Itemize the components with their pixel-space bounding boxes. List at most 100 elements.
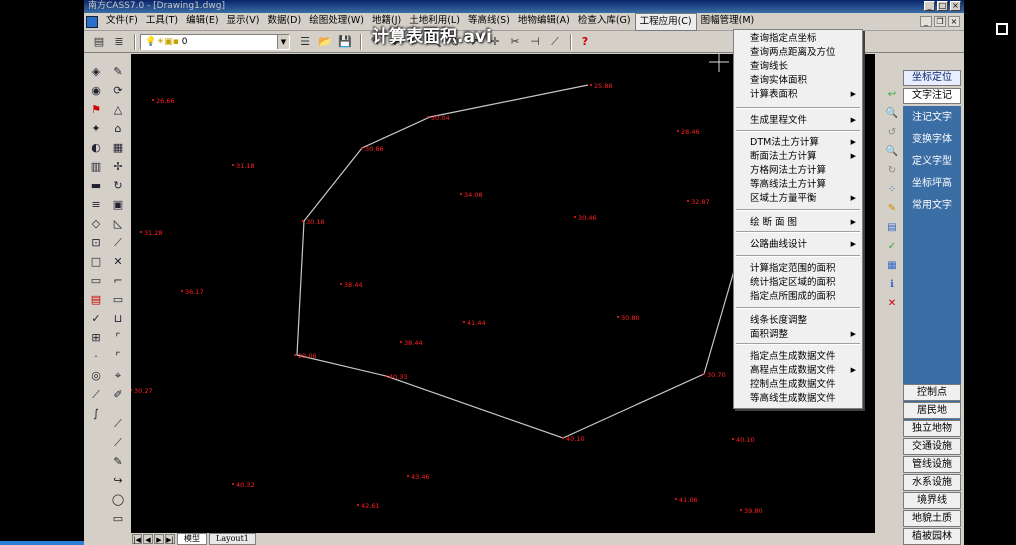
menu-option-16[interactable]: 线条长度调整	[750, 314, 807, 327]
elevation-point[interactable]	[152, 99, 154, 101]
menu-item-11[interactable]: 工程应用(C)	[634, 12, 697, 31]
arc-tool-icon[interactable]: ▭	[110, 292, 126, 308]
strip-icon-3[interactable]: 🔍	[885, 145, 899, 159]
elevation-point[interactable]	[302, 220, 304, 222]
box-tool-icon[interactable]: ✓	[88, 311, 104, 327]
menu-option-9[interactable]: 等高线法土方计算	[750, 178, 826, 191]
strip-icon-10[interactable]: ℹ	[885, 278, 899, 292]
tab-text-annotation[interactable]: 文字注记	[903, 88, 961, 104]
category-button-7[interactable]: 地貌土质	[903, 510, 961, 527]
elevation-point[interactable]	[463, 321, 465, 323]
doc-restore-button[interactable]: ❐	[934, 16, 946, 27]
layer-state-icon[interactable]: ≣	[110, 33, 128, 51]
extend-icon[interactable]: ⊣	[526, 33, 544, 51]
elevation-point[interactable]	[732, 438, 734, 440]
strip-icon-5[interactable]: ⁘	[885, 183, 899, 197]
category-button-0[interactable]: 控制点	[903, 384, 961, 401]
draw-tool-icon[interactable]: ▭	[110, 511, 126, 527]
category-button-6[interactable]: 境界线	[903, 492, 961, 509]
elevation-point[interactable]	[703, 373, 705, 375]
last-tab-icon[interactable]: ▶|	[165, 534, 175, 544]
menu-option-8[interactable]: 方格网法土方计算	[750, 164, 826, 177]
menu-option-14[interactable]: 统计指定区域的面积	[750, 276, 836, 289]
menu-option-15[interactable]: 指定点所围成的面积	[750, 290, 836, 303]
doc-minimize-button[interactable]: _	[920, 16, 932, 27]
box-tool-icon[interactable]: ⊔	[110, 311, 126, 327]
elevation-point[interactable]	[740, 509, 742, 511]
elevation-point[interactable]	[574, 216, 576, 218]
properties-icon[interactable]: ☰	[296, 33, 314, 51]
elevation-point[interactable]	[617, 316, 619, 318]
strip-icon-6[interactable]: ✎	[885, 202, 899, 216]
open-icon[interactable]: 📂	[316, 33, 334, 51]
player-window-icon[interactable]	[996, 23, 1008, 35]
cross-tool-icon[interactable]: ▭	[88, 273, 104, 289]
corner-tool-icon[interactable]: ⌜	[110, 349, 126, 365]
category-button-1[interactable]: 居民地	[903, 402, 961, 419]
annotation-item-3[interactable]: 坐标坪高	[903, 177, 961, 191]
elevation-point[interactable]	[357, 504, 359, 506]
elevation-point[interactable]	[675, 498, 677, 500]
polyline-tool-icon[interactable]: ⟋	[110, 235, 126, 251]
layout-tab-1[interactable]: Layout1	[209, 533, 256, 545]
corner-tool-icon[interactable]: ·	[88, 349, 104, 365]
elevation-point[interactable]	[294, 354, 296, 356]
cross-tool-icon[interactable]: ⌐	[110, 273, 126, 289]
tab-coordinate-locate[interactable]: 坐标定位	[903, 70, 961, 86]
elevation-point[interactable]	[562, 437, 564, 439]
elevation-point[interactable]	[427, 116, 429, 118]
edit-tool-icon[interactable]: ⚑	[88, 102, 104, 118]
menu-option-17[interactable]: 面积调整	[750, 328, 788, 341]
layer-manager-icon[interactable]: ▤	[90, 33, 108, 51]
circle-tool-icon[interactable]: ⌖	[110, 368, 126, 384]
annotation-item-2[interactable]: 定义字型	[903, 155, 961, 169]
maximize-button[interactable]: □	[937, 1, 948, 11]
surface-boundary-polyline[interactable]	[296, 84, 737, 439]
menu-option-2[interactable]: 查询线长	[750, 60, 788, 73]
scale-tool-icon[interactable]: ▣	[110, 197, 126, 213]
elevation-point[interactable]	[232, 483, 234, 485]
category-button-3[interactable]: 交通设施	[903, 438, 961, 455]
menu-option-18[interactable]: 指定点生成数据文件	[750, 350, 836, 363]
trim-icon[interactable]: ✂	[506, 33, 524, 51]
layer-combo[interactable]: 💡☀▣▪ 0 ▼	[140, 33, 290, 50]
category-button-2[interactable]: 独立地物	[903, 420, 961, 437]
scale-tool-icon[interactable]: ≡	[88, 197, 104, 213]
close-button[interactable]: ×	[950, 1, 961, 11]
draw-tool-icon[interactable]: ⟋	[110, 435, 126, 451]
edit-tool-icon[interactable]: △	[110, 102, 126, 118]
misc-tool-icon[interactable]: ∫	[88, 406, 104, 422]
point-tool-icon[interactable]: ✎	[110, 64, 126, 80]
rect-tool-icon[interactable]: □	[88, 254, 104, 270]
doc-close-button[interactable]: ×	[948, 16, 960, 27]
menu-option-3[interactable]: 查询实体面积	[750, 74, 807, 87]
menu-item-10[interactable]: 检查入库(G)	[574, 13, 635, 31]
brush-tool-icon[interactable]: ⟋	[88, 387, 104, 403]
menu-item-0[interactable]: 文件(F)	[102, 13, 142, 31]
menu-option-7[interactable]: 断面法土方计算	[750, 150, 817, 163]
chevron-down-icon[interactable]: ▼	[277, 34, 289, 49]
arc-tool-icon[interactable]: ▤	[88, 292, 104, 308]
menu-item-2[interactable]: 编辑(E)	[182, 13, 222, 31]
category-button-5[interactable]: 水系设施	[903, 474, 961, 491]
app-icon[interactable]	[86, 15, 98, 28]
polyline-tool-icon[interactable]: ⊡	[88, 235, 104, 251]
line-icon[interactable]: ⟋	[546, 33, 564, 51]
menu-option-20[interactable]: 控制点生成数据文件	[750, 378, 836, 391]
elevation-point[interactable]	[361, 147, 363, 149]
grid-tool-icon[interactable]: ✢	[110, 159, 126, 175]
player-progress-bar[interactable]	[0, 541, 84, 545]
menu-item-3[interactable]: 显示(V)	[223, 13, 264, 31]
menu-option-0[interactable]: 查询指定点坐标	[750, 32, 817, 45]
minimize-button[interactable]: _	[924, 1, 935, 11]
menu-item-1[interactable]: 工具(T)	[142, 13, 182, 31]
menu-option-19[interactable]: 高程点生成数据文件	[750, 364, 836, 377]
category-button-4[interactable]: 管线设施	[903, 456, 961, 473]
strip-icon-1[interactable]: 🔍	[885, 107, 899, 121]
menu-item-12[interactable]: 图幅管理(M)	[697, 13, 759, 31]
menu-option-21[interactable]: 等高线生成数据文件	[750, 392, 836, 405]
menu-option-10[interactable]: 区域土方量平衡	[750, 192, 817, 205]
menu-option-4[interactable]: 计算表面积	[750, 88, 798, 101]
strip-icon-4[interactable]: ↻	[885, 164, 899, 178]
draw-tool-icon[interactable]: ✎	[110, 454, 126, 470]
